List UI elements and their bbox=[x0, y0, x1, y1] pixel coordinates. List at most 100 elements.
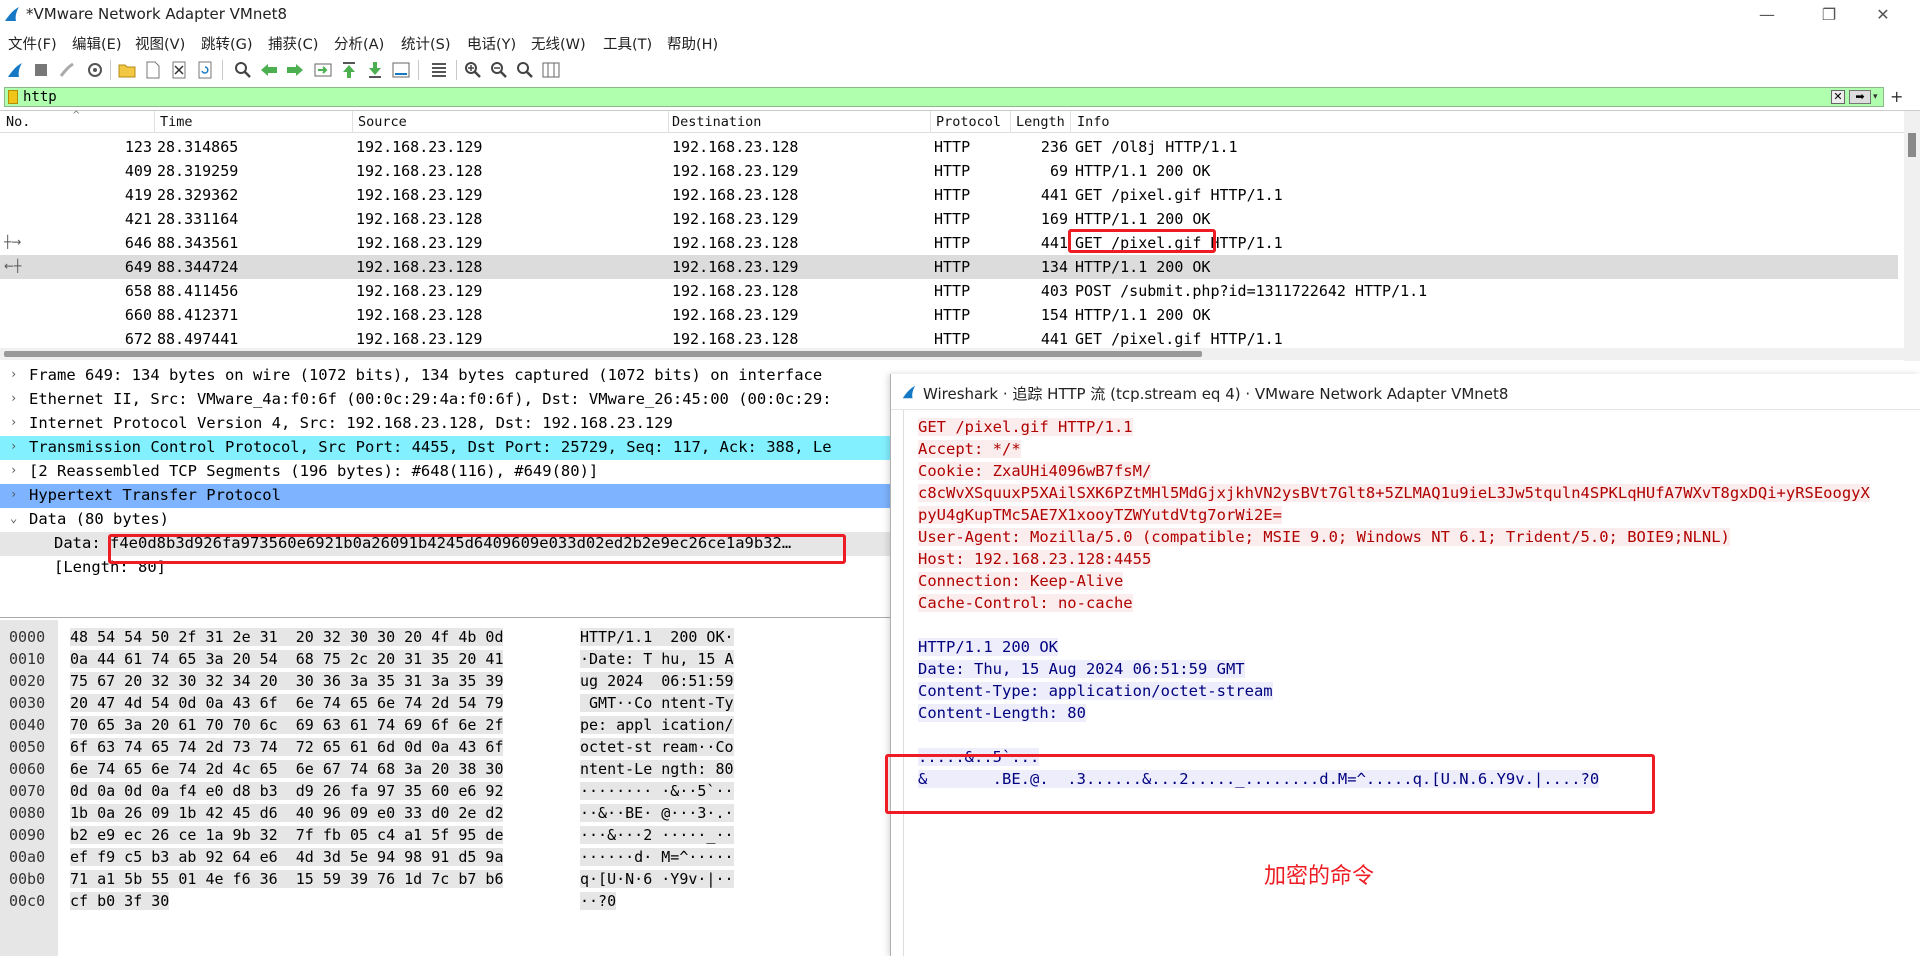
bytes-row[interactable]: 0040 70 65 3a 20 61 70 70 6c 69 63 61 74 … bbox=[0, 714, 900, 736]
colorize-icon[interactable] bbox=[428, 59, 450, 81]
stream-content-text[interactable]: GET /pixel.gif HTTP/1.1 Accept: */* Cookie… bbox=[903, 410, 1920, 956]
filter-history-dropdown-icon[interactable]: ▾ bbox=[1873, 90, 1883, 104]
chevron-right-icon[interactable]: › bbox=[10, 463, 17, 477]
close-button[interactable]: ✕ bbox=[1860, 2, 1906, 28]
bytes-row[interactable]: 0020 75 67 20 32 30 32 34 20 30 36 3a 35 … bbox=[0, 670, 900, 692]
bytes-row[interactable]: 0050 6f 63 74 65 74 2d 73 74 72 65 61 6d … bbox=[0, 736, 900, 758]
packet-cell-time: 28.319259 bbox=[157, 162, 239, 180]
chevron-right-icon[interactable]: › bbox=[10, 415, 17, 429]
bytes-row[interactable]: 00a0 ef f9 c5 b3 ab 92 64 e6 4d 3d 5e 94 … bbox=[0, 846, 900, 868]
packet-row[interactable]: 658 88.411456 192.168.23.129 192.168.23.128… bbox=[0, 279, 1898, 303]
start-capture-icon[interactable] bbox=[4, 59, 26, 81]
column-header-destination[interactable]: Destination bbox=[672, 114, 761, 130]
save-file-icon[interactable] bbox=[142, 59, 164, 81]
apply-filter-icon[interactable]: ➡ bbox=[1849, 90, 1871, 104]
bytes-row[interactable]: 00c0 cf b0 3f 30 ··?0 bbox=[0, 890, 900, 912]
packet-cell-info: HTTP/1.1 200 OK bbox=[1075, 210, 1211, 228]
column-separator[interactable] bbox=[1070, 111, 1071, 133]
restart-capture-icon[interactable] bbox=[56, 59, 78, 81]
add-filter-button-icon[interactable]: + bbox=[1890, 87, 1903, 106]
close-file-icon[interactable] bbox=[168, 59, 190, 81]
chevron-right-icon[interactable]: › bbox=[10, 367, 17, 381]
packet-row[interactable]: 660 88.412371 192.168.23.128 192.168.23.129… bbox=[0, 303, 1898, 327]
detail-tree-item[interactable]: › Hypertext Transfer Protocol bbox=[0, 484, 900, 508]
zoom-in-icon[interactable] bbox=[462, 59, 484, 81]
menu-tools[interactable]: 工具(T) bbox=[603, 33, 652, 54]
bytes-row[interactable]: 0010 0a 44 61 74 65 3a 20 54 68 75 2c 20 … bbox=[0, 648, 900, 670]
detail-tree-item[interactable]: ⌄ Data (80 bytes) bbox=[0, 508, 900, 532]
scrollbar-thumb[interactable] bbox=[1908, 133, 1916, 157]
bytes-ascii: GMT··Co ntent-Ty bbox=[580, 694, 734, 712]
bytes-row[interactable]: 0070 0d 0a 0d 0a f4 e0 d8 b3 d9 26 fa 97 … bbox=[0, 780, 900, 802]
reload-file-icon[interactable] bbox=[194, 59, 216, 81]
column-separator[interactable] bbox=[1010, 111, 1011, 133]
chevron-down-icon[interactable]: ⌄ bbox=[10, 511, 17, 525]
detail-tree-item[interactable]: › Frame 649: 134 bytes on wire (1072 bits… bbox=[0, 364, 900, 388]
go-back-icon[interactable] bbox=[258, 59, 280, 81]
display-filter-input[interactable] bbox=[23, 88, 1823, 106]
go-forward-icon[interactable] bbox=[284, 59, 306, 81]
stop-capture-icon[interactable] bbox=[30, 59, 52, 81]
column-separator[interactable] bbox=[668, 111, 669, 133]
maximize-button[interactable]: ❐ bbox=[1806, 2, 1852, 28]
column-header-time[interactable]: Time bbox=[160, 114, 193, 130]
detail-tree-item[interactable]: › Transmission Control Protocol, Src Port… bbox=[0, 436, 900, 460]
scrollbar-thumb[interactable] bbox=[4, 351, 1202, 357]
filter-bookmark-icon[interactable] bbox=[8, 90, 18, 104]
chevron-right-icon[interactable]: › bbox=[10, 487, 17, 501]
menu-help[interactable]: 帮助(H) bbox=[667, 33, 718, 54]
detail-tree-item[interactable]: › [2 Reassembled TCP Segments (196 bytes)… bbox=[0, 460, 900, 484]
packet-row[interactable]: 646 88.343561 192.168.23.129 192.168.23.128… bbox=[0, 231, 1898, 255]
chevron-right-icon[interactable]: › bbox=[10, 439, 17, 453]
detail-tree-label: Transmission Control Protocol, Src Port:… bbox=[29, 438, 832, 456]
auto-scroll-icon[interactable] bbox=[390, 59, 412, 81]
menu-edit[interactable]: 编辑(E) bbox=[72, 33, 121, 54]
capture-options-icon[interactable] bbox=[84, 59, 106, 81]
menu-go[interactable]: 跳转(G) bbox=[201, 33, 253, 54]
stream-request-line: Host: 192.168.23.128:4455 bbox=[918, 550, 1152, 568]
menu-telephony[interactable]: 电话(Y) bbox=[467, 33, 516, 54]
go-first-packet-icon[interactable] bbox=[338, 59, 360, 81]
column-separator[interactable] bbox=[352, 111, 353, 133]
menu-capture[interactable]: 捕获(C) bbox=[268, 33, 318, 54]
bytes-row[interactable]: 00b0 71 a1 5b 55 01 4e f6 36 15 59 39 76 … bbox=[0, 868, 900, 890]
go-last-packet-icon[interactable] bbox=[364, 59, 386, 81]
resize-columns-icon[interactable] bbox=[540, 59, 562, 81]
menu-view[interactable]: 视图(V) bbox=[135, 33, 185, 54]
minimize-button[interactable]: — bbox=[1744, 2, 1790, 28]
packet-list-horizontal-scrollbar[interactable] bbox=[0, 348, 1904, 360]
packet-row[interactable]: 421 28.331164 192.168.23.128 192.168.23.129… bbox=[0, 207, 1898, 231]
menu-wireless[interactable]: 无线(W) bbox=[531, 33, 586, 54]
menu-statistics[interactable]: 统计(S) bbox=[401, 33, 451, 54]
bytes-row[interactable]: 0060 6e 74 65 6e 74 2d 4c 65 6e 67 74 68 … bbox=[0, 758, 900, 780]
packet-list-vertical-scrollbar[interactable] bbox=[1904, 111, 1920, 361]
normal-size-icon[interactable] bbox=[514, 59, 536, 81]
column-header-source[interactable]: Source bbox=[358, 114, 407, 130]
go-to-packet-icon[interactable] bbox=[312, 59, 334, 81]
packet-row[interactable]: 409 28.319259 192.168.23.128 192.168.23.129… bbox=[0, 159, 1898, 183]
bytes-row[interactable]: 0080 1b 0a 26 09 1b 42 45 d6 40 96 09 e0 … bbox=[0, 802, 900, 824]
column-separator[interactable] bbox=[930, 111, 931, 133]
packet-row[interactable]: 649 88.344724 192.168.23.128 192.168.23.129… bbox=[0, 255, 1898, 279]
column-header-length[interactable]: Length bbox=[1016, 114, 1065, 130]
find-packet-icon[interactable] bbox=[232, 59, 254, 81]
packet-cell-src: 192.168.23.128 bbox=[356, 306, 483, 324]
open-file-icon[interactable] bbox=[116, 59, 138, 81]
column-header-protocol[interactable]: Protocol bbox=[936, 114, 1001, 130]
column-header-no[interactable]: No. bbox=[6, 114, 30, 130]
bytes-row[interactable]: 0090 b2 e9 ec 26 ce 1a 9b 32 7f fb 05 c4 … bbox=[0, 824, 900, 846]
menu-file[interactable]: 文件(F) bbox=[8, 33, 57, 54]
clear-filter-icon[interactable]: ✕ bbox=[1831, 90, 1845, 104]
bytes-row[interactable]: 0000 48 54 54 50 2f 31 2e 31 20 32 30 30 … bbox=[0, 626, 900, 648]
menu-analyze[interactable]: 分析(A) bbox=[334, 33, 384, 54]
bytes-row[interactable]: 0030 20 47 4d 54 0d 0a 43 6f 6e 74 65 6e … bbox=[0, 692, 900, 714]
detail-tree-item[interactable]: › Internet Protocol Version 4, Src: 192.1… bbox=[0, 412, 900, 436]
packet-row[interactable]: 419 28.329362 192.168.23.129 192.168.23.128… bbox=[0, 183, 1898, 207]
packet-row[interactable]: 123 28.314865 192.168.23.129 192.168.23.128… bbox=[0, 135, 1898, 159]
chevron-right-icon[interactable]: › bbox=[10, 391, 17, 405]
detail-tree-item[interactable]: › Ethernet II, Src: VMware_4a:f0:6f (00:0… bbox=[0, 388, 900, 412]
packet-cell-time: 88.412371 bbox=[157, 306, 239, 324]
column-separator[interactable] bbox=[154, 111, 155, 133]
zoom-out-icon[interactable] bbox=[488, 59, 510, 81]
column-header-info[interactable]: Info bbox=[1077, 114, 1110, 130]
